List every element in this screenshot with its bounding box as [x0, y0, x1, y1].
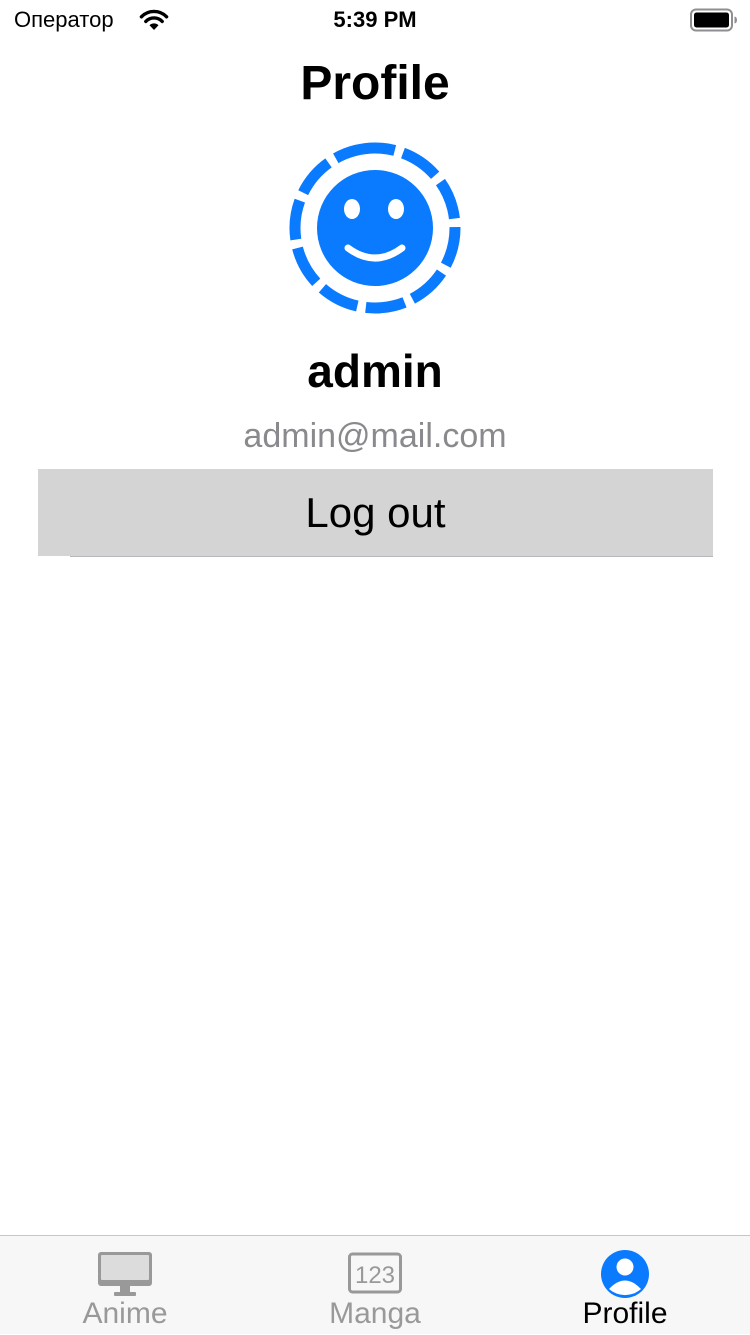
- status-bar: Оператор 5:39 PM: [0, 0, 750, 40]
- tab-profile[interactable]: Profile: [500, 1236, 750, 1335]
- battery-icon: [690, 8, 737, 32]
- email-address: admin@mail.com: [243, 417, 507, 455]
- tab-manga[interactable]: 123 Manga: [250, 1236, 500, 1335]
- tab-manga-label: Manga: [329, 1297, 421, 1330]
- tab-profile-label: Profile: [582, 1297, 668, 1330]
- tab-anime-label: Anime: [82, 1297, 168, 1330]
- carrier-name: Оператор: [14, 7, 114, 32]
- page-title: Profile: [300, 57, 450, 110]
- tab-anime[interactable]: Anime: [0, 1236, 250, 1335]
- svg-text:123: 123: [355, 1262, 395, 1289]
- number-123-icon: 123: [348, 1252, 402, 1294]
- wifi-icon: [139, 9, 169, 30]
- tab-bar: Anime 123 Manga Profile: [0, 1235, 750, 1334]
- desktop-computer-icon: [98, 1252, 152, 1296]
- smiley-face-icon: [289, 142, 461, 314]
- logout-button[interactable]: Log out: [38, 469, 713, 556]
- divider: [70, 556, 713, 557]
- person-circle-icon: [601, 1250, 649, 1298]
- username: admin: [307, 345, 443, 397]
